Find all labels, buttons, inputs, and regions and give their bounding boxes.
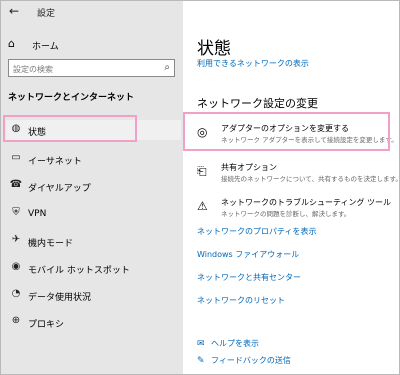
home-icon: ⌂	[8, 37, 15, 50]
section-title: ネットワークとインターネット	[8, 93, 135, 103]
sidebar-item-dialup[interactable]: ☎ ダイヤルアップ	[6, 176, 181, 196]
feedback-icon: ✎	[197, 356, 205, 366]
feedback-label: フィードバックの送信	[211, 356, 291, 365]
help-label: ヘルプを表示	[211, 339, 259, 348]
title-bar: ← 設定	[1, 1, 183, 21]
warning-icon: ⚠	[197, 199, 208, 213]
data-usage-icon: ◔	[11, 288, 21, 299]
ethernet-icon: ▭	[11, 152, 21, 163]
search-placeholder: 設定の検索	[13, 65, 53, 74]
home-label: ホーム	[32, 42, 59, 52]
airplane-icon: ✈	[11, 234, 21, 245]
help-link[interactable]: ✉ ヘルプを表示	[197, 338, 259, 349]
sidebar-item-vpn[interactable]: ⛨ VPN	[6, 204, 181, 224]
help-chat-icon: ✉	[197, 339, 205, 349]
home-nav[interactable]: ⌂ ホーム	[8, 37, 178, 53]
window-title: 設定	[37, 9, 56, 19]
search-icon[interactable]: ⌕	[164, 62, 170, 73]
sidebar-item-label: 機内モード	[28, 239, 74, 249]
sidebar-item-label: ダイヤルアップ	[28, 184, 91, 194]
back-arrow-icon[interactable]: ←	[9, 4, 19, 18]
option-title: 共有オプション	[221, 163, 277, 172]
option-desc: ネットワークの問題を診断し、解決します。	[221, 210, 351, 218]
sidebar-item-proxy[interactable]: ⊕ プロキシ	[6, 312, 181, 332]
network-reset-link[interactable]: ネットワークのリセット	[197, 295, 285, 306]
sharing-icon: ⎗	[197, 164, 207, 178]
troubleshooter-item[interactable]: ⚠ ネットワークのトラブルシューティング ツール ネットワークの問題を診断し、解…	[193, 194, 393, 224]
sidebar-item-label: データ使用状況	[28, 293, 92, 303]
proxy-globe-icon: ⊕	[11, 315, 21, 326]
sidebar: ← 設定 ⌂ ホーム 設定の検索 ⌕ ネットワークとインターネット ◍ 状態 ▭…	[1, 1, 183, 374]
network-properties-link[interactable]: ネットワークのプロパティを表示	[197, 226, 317, 237]
sidebar-item-label: イーサネット	[28, 157, 82, 167]
windows-firewall-link[interactable]: Windows ファイアウォール	[197, 249, 299, 260]
sharing-center-link[interactable]: ネットワークと共有センター	[197, 272, 301, 283]
sidebar-item-label: モバイル ホットスポット	[28, 266, 130, 276]
change-settings-heading: ネットワーク設定の変更	[197, 97, 318, 110]
feedback-link[interactable]: ✎ フィードバックの送信	[197, 355, 291, 366]
hotspot-icon: ◉	[11, 261, 21, 272]
settings-search-input[interactable]: 設定の検索 ⌕	[8, 59, 175, 77]
option-desc: 接続先のネットワークについて、共有するものを決定します。	[221, 175, 400, 183]
adapter-highlight-box	[183, 112, 390, 151]
sidebar-item-data-usage[interactable]: ◔ データ使用状況	[6, 285, 181, 305]
page-title: 状態	[197, 39, 231, 59]
sidebar-item-hotspot[interactable]: ◉ モバイル ホットスポット	[6, 258, 181, 278]
sidebar-item-ethernet[interactable]: ▭ イーサネット	[6, 149, 181, 169]
sidebar-item-label: VPN	[28, 209, 47, 219]
status-highlight-box	[3, 115, 137, 142]
sidebar-item-airplane[interactable]: ✈ 機内モード	[6, 231, 181, 251]
dialup-icon: ☎	[9, 179, 23, 190]
available-networks-link[interactable]: 利用できるネットワークの表示	[197, 58, 309, 69]
option-title: ネットワークのトラブルシューティング ツール	[221, 198, 392, 207]
sharing-options-item[interactable]: ⎗ 共有オプション 接続先のネットワークについて、共有するものを決定します。	[193, 159, 400, 189]
main-panel: 状態 利用できるネットワークの表示 ネットワーク設定の変更 ◎ アダプターのオプ…	[183, 1, 400, 374]
sidebar-item-label: プロキシ	[28, 320, 65, 330]
vpn-icon: ⛨	[12, 207, 20, 218]
